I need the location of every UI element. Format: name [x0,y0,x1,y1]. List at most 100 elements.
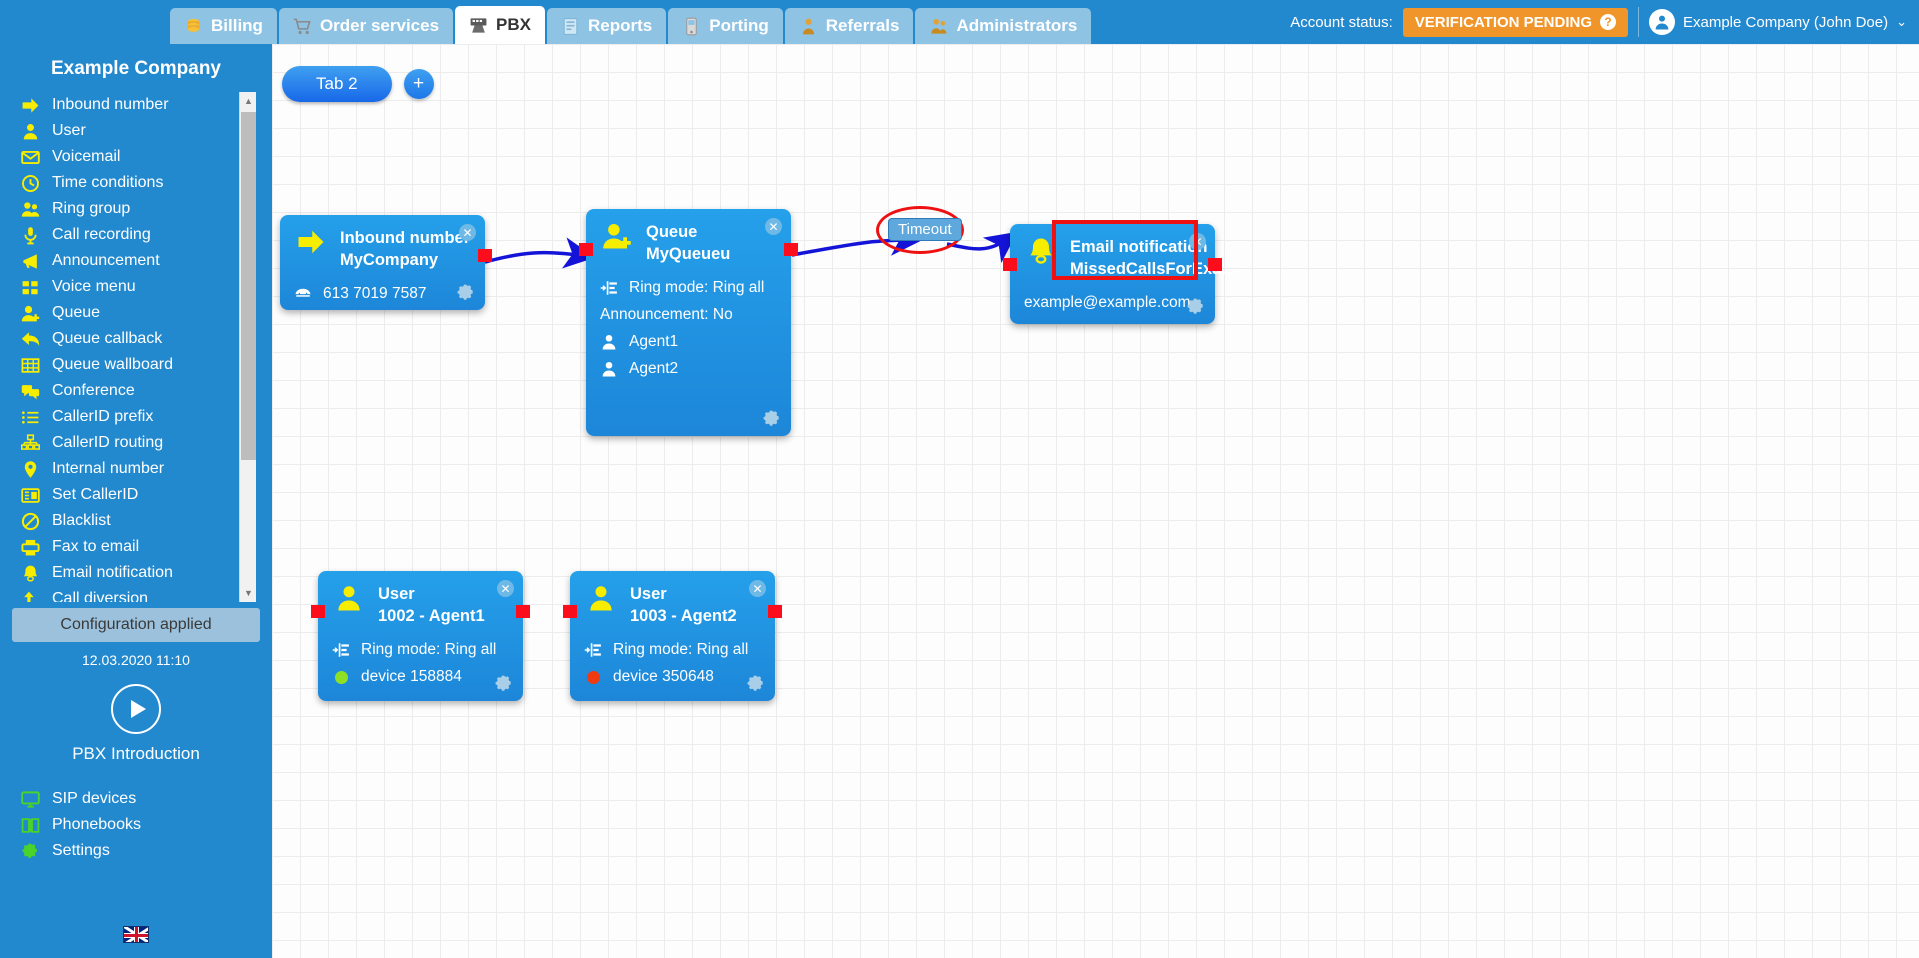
flow-tab-2[interactable]: Tab 2 [282,66,392,102]
sidebar-item-ring-group[interactable]: Ring group [18,196,272,222]
sidebar-item-voicemail[interactable]: Voicemail [18,144,272,170]
sidebar-item-settings[interactable]: Settings [18,838,272,864]
connector-port-left[interactable] [563,605,577,618]
person-icon [799,17,818,36]
scrollbar-thumb[interactable] [241,112,256,460]
gear-icon[interactable] [1186,297,1206,317]
node-detail-row: Announcement: No [600,306,777,324]
node-body: Ring mode: Ring all Announcement: No Agent… [600,279,777,378]
tab-label: Referrals [825,16,900,35]
sidebar-item-label: Announcement [52,252,160,269]
connector-port-right[interactable] [784,243,798,256]
diversion-icon [18,590,42,602]
account-status-label: Account status: [1290,13,1393,31]
flow-node-email[interactable]: Email notification MissedCallsForExa... ✕ e… [1003,224,1235,324]
node-detail-text: Ring mode: Ring all [629,279,765,296]
sidebar-item-set-callerid[interactable]: Set CallerID [18,482,272,508]
user-menu[interactable]: Example Company (John Doe) ⌄ [1649,9,1907,35]
chevron-down-icon[interactable]: ⌄ [1896,14,1907,30]
close-icon[interactable]: ✕ [1189,233,1206,250]
flow-node-inbound[interactable]: Inbound number MyCompany ✕ 613 7019 7587 [280,215,492,310]
node-detail-row: Ring mode: Ring all [600,279,777,297]
connector-port-left[interactable] [311,605,325,618]
user-name-label: Example Company (John Doe) [1683,13,1889,31]
sidebar-item-conference[interactable]: Conference [18,378,272,404]
node-detail-row: Ring mode: Ring all [584,641,761,659]
tab-reports[interactable]: Reports [547,8,667,44]
connector-port-left[interactable] [579,243,593,256]
tab-referrals[interactable]: Referrals [784,8,914,44]
sidebar-item-blacklist[interactable]: Blacklist [18,508,272,534]
play-icon[interactable] [111,684,161,734]
timeout-label[interactable]: Timeout [888,218,962,241]
node-detail-row: device 350648 [584,668,761,686]
sidebar-item-voice-menu[interactable]: Voice menu [18,274,272,300]
gear-icon [18,842,42,861]
sidebar-item-sip-devices[interactable]: SIP devices [18,786,272,812]
flow-connectors [484,224,1018,269]
chat-bubbles-icon [18,382,42,401]
sidebar-item-call-diversion[interactable]: Call diversion [18,586,272,602]
sidebar-item-label: CallerID prefix [52,408,154,425]
sidebar-item-label: Voice menu [52,278,136,295]
node-type-label: Inbound number [340,229,471,247]
verification-status-badge[interactable]: VERIFICATION PENDING ? [1402,7,1628,37]
sidebar-item-internal-number[interactable]: Internal number [18,456,272,482]
sidebar-item-queue-callback[interactable]: Queue callback [18,326,272,352]
close-icon[interactable]: ✕ [749,580,766,597]
scroll-up-icon[interactable]: ▲ [241,92,256,110]
sidebar-item-user[interactable]: User [18,118,272,144]
gear-icon[interactable] [456,283,476,303]
flow-node-queue[interactable]: Queue MyQueueu ✕ Ring mode: Ring all Announc… [579,209,798,436]
gear-icon[interactable] [494,674,514,694]
flow-canvas[interactable]: Tab 2 + Timeout Inbound number MyCompany ✕… [272,44,1919,958]
microphone-icon [18,226,42,245]
sidebar-scrollbar[interactable]: ▲ ▼ [239,92,256,602]
sidebar-item-email-notification[interactable]: Email notification [18,560,272,586]
uk-flag-icon[interactable] [123,926,149,943]
sidebar-item-queue-wallboard[interactable]: Queue wallboard [18,352,272,378]
close-icon[interactable]: ✕ [459,224,476,241]
sidebar-item-inbound-number[interactable]: Inbound number [18,92,272,118]
sidebar-item-time-conditions[interactable]: Time conditions [18,170,272,196]
plus-circle-icon[interactable]: + [403,69,434,99]
ringmode-icon [584,641,604,659]
flow-node-user1002[interactable]: User 1002 - Agent1 ✕ Ring mode: Ring all dev… [311,571,530,701]
sidebar-item-phonebooks[interactable]: Phonebooks [18,812,272,838]
tab-billing[interactable]: Billing [170,8,277,44]
connector-port-right[interactable] [768,605,782,618]
flow-node-user1003[interactable]: User 1003 - Agent2 ✕ Ring mode: Ring all dev… [563,571,782,701]
sidebar-item-call-recording[interactable]: Call recording [18,222,272,248]
admins-icon [929,17,948,36]
sidebar: Example Company Inbound number User Voicem… [0,44,272,958]
sidebar-item-label: CallerID routing [52,434,164,451]
sidebar-item-label: Conference [52,382,135,399]
close-icon[interactable]: ✕ [765,218,782,235]
sidebar-company-title: Example Company [51,58,221,79]
close-icon[interactable]: ✕ [497,580,514,597]
tab-pbx[interactable]: PBX [455,6,546,44]
scroll-down-icon[interactable]: ▼ [241,584,256,602]
gear-icon[interactable] [762,409,782,429]
connector-port-left[interactable] [1003,258,1017,271]
connector-port-right[interactable] [478,249,492,262]
sidebar-item-announcement[interactable]: Announcement [18,248,272,274]
telephone-icon [294,285,314,303]
sidebar-item-fax-to-email[interactable]: Fax to email [18,534,272,560]
user-icon [600,333,620,351]
sidebar-item-callerid-routing[interactable]: CallerID routing [18,430,272,456]
connector-port-right[interactable] [1208,258,1222,271]
help-icon[interactable]: ? [1600,14,1616,30]
language-selector[interactable] [0,926,272,948]
gear-icon[interactable] [746,674,766,694]
envelope-icon [18,148,42,167]
sidebar-item-queue[interactable]: Queue [18,300,272,326]
tab-order-services[interactable]: Order services [278,8,454,44]
tab-administrators[interactable]: Administrators [915,8,1092,44]
node-type-label: Email notification [1070,238,1208,256]
tab-porting[interactable]: Porting [668,8,783,44]
user-plus-icon [600,221,634,251]
sidebar-item-label: SIP devices [52,790,137,807]
sidebar-item-callerid-prefix[interactable]: CallerID prefix [18,404,272,430]
connector-port-right[interactable] [516,605,530,618]
